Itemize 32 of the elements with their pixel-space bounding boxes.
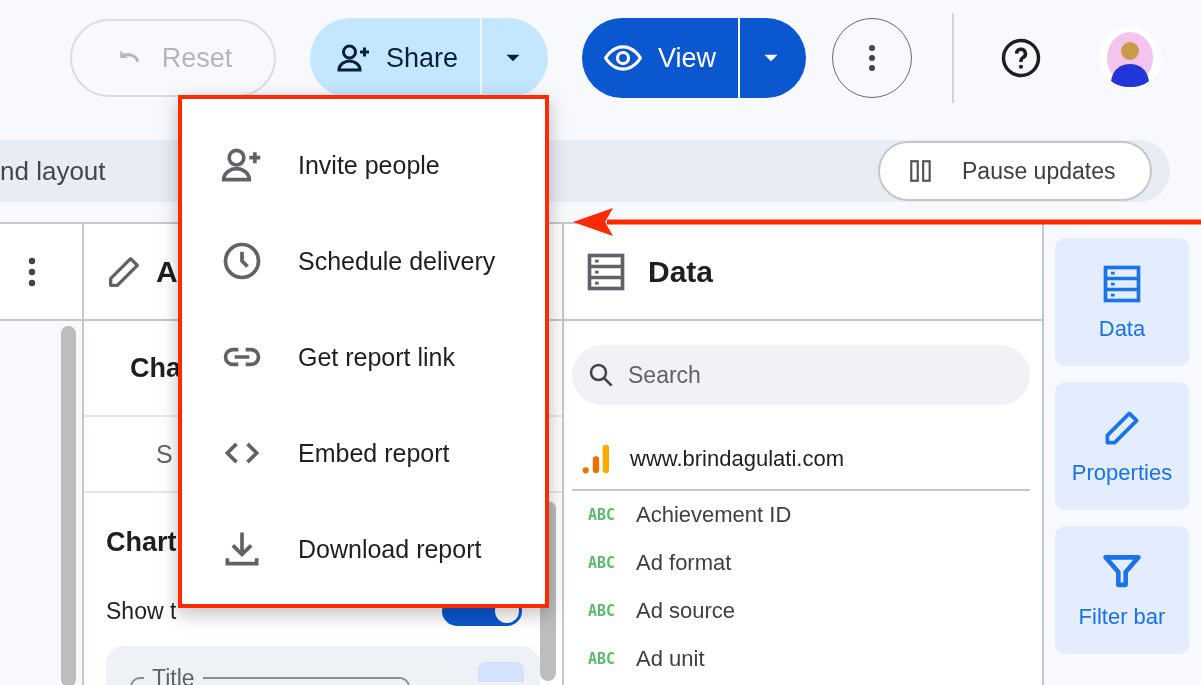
avatar[interactable] xyxy=(1099,27,1161,89)
view-split-button[interactable]: View xyxy=(582,18,806,98)
scrollbar[interactable] xyxy=(61,326,76,685)
kebab-icon xyxy=(28,256,36,287)
field-item[interactable]: ABC Achievement ID xyxy=(564,491,1042,539)
menu-item[interactable]: Invite people xyxy=(182,117,545,213)
chart-type-label: Cha xyxy=(130,352,181,384)
kebab-icon xyxy=(868,44,876,72)
field-item[interactable]: ABC Ad format xyxy=(564,539,1042,587)
help-button[interactable] xyxy=(1000,37,1042,79)
share-split-button[interactable]: Share xyxy=(310,18,548,98)
rail-button[interactable]: Filter bar xyxy=(1055,526,1189,654)
search-field[interactable]: Search xyxy=(572,345,1030,405)
menu-item[interactable]: Download report xyxy=(182,501,545,597)
section-title: Chart xyxy=(106,527,177,558)
tab[interactable]: S xyxy=(156,439,173,469)
toolbar-label: nd layout xyxy=(0,155,106,187)
pause-updates-button[interactable]: Pause updates xyxy=(878,141,1152,201)
menu-item[interactable]: Get report link xyxy=(182,309,545,405)
more-button[interactable] xyxy=(28,256,36,287)
field-item[interactable]: ABC Ad unit xyxy=(564,635,1042,683)
rail-button[interactable]: Properties xyxy=(1055,382,1189,510)
menu-item[interactable]: Embed report xyxy=(182,405,545,501)
rail-button[interactable]: Data xyxy=(1055,238,1189,366)
option-label: Show t xyxy=(106,597,177,625)
pause-icon xyxy=(908,158,934,184)
field-item[interactable]: ABC Ad source xyxy=(564,587,1042,635)
help-icon xyxy=(1000,37,1042,79)
panel-title: A xyxy=(156,254,178,289)
menu-item[interactable]: Schedule delivery xyxy=(182,213,545,309)
panel-title: Data xyxy=(648,254,714,289)
data-source-name: www.brindagulati.com xyxy=(630,446,844,472)
